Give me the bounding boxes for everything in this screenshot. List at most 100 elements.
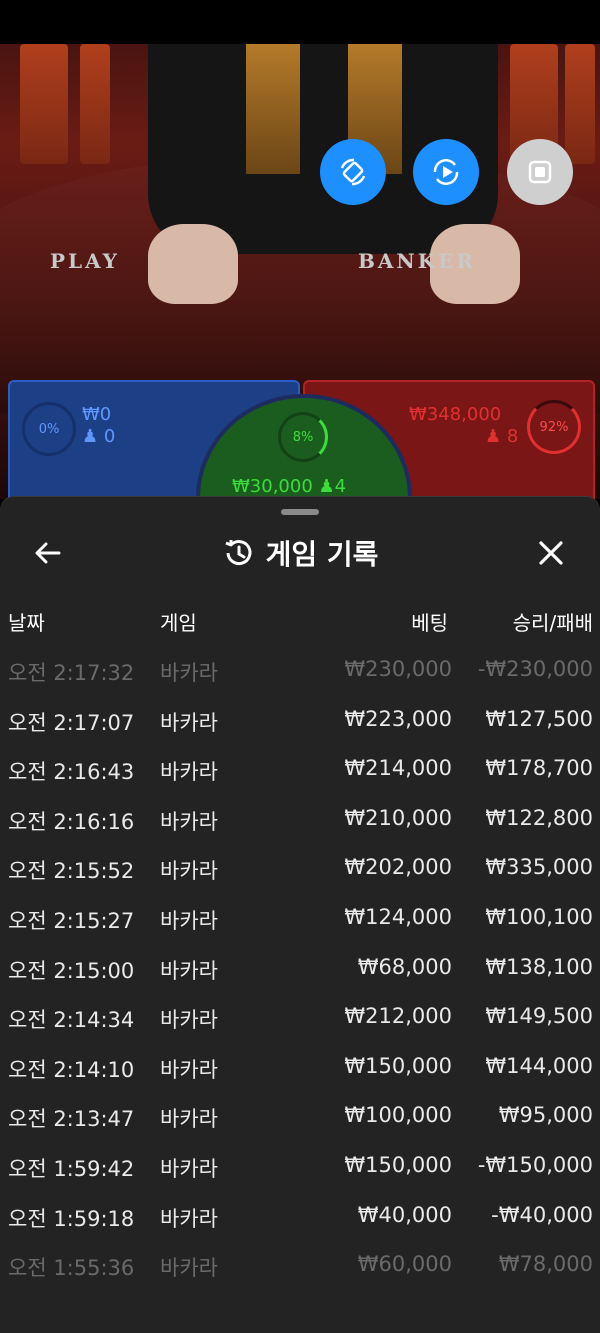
close-button[interactable] — [529, 531, 573, 575]
table-row[interactable]: 오전 2:15:52 바카라 ₩202,000 ₩335,000 — [0, 843, 600, 893]
row-win-loss: ₩127,500 — [485, 706, 593, 731]
row-bet: ₩150,000 — [344, 1053, 452, 1078]
row-bet: ₩124,000 — [344, 904, 452, 929]
table-row[interactable]: 오전 2:14:10 바카라 ₩150,000 ₩144,000 — [0, 1042, 600, 1092]
row-game: 바카라 — [160, 1256, 218, 1281]
row-bet: ₩202,000 — [344, 855, 452, 880]
video-sync-button[interactable] — [413, 139, 479, 205]
row-win-loss: ₩78,000 — [498, 1252, 593, 1277]
stop-video-icon — [528, 160, 552, 184]
tie-count-value: 4 — [334, 476, 347, 497]
video-sync-icon — [433, 159, 459, 185]
row-win-loss: -₩40,000 — [491, 1202, 593, 1227]
stop-video-button[interactable] — [507, 139, 573, 205]
person-icon: ♟ — [82, 426, 99, 447]
game-history-sheet: 게임 기록 날짜 게임 베팅 승리/패배 오전 2:17:32 바카라 ₩230,0… — [0, 497, 600, 1333]
column-game: 게임 — [160, 611, 197, 635]
status-bar — [0, 0, 600, 44]
table-row[interactable]: 오전 2:17:07 바카라 ₩223,000 ₩127,500 — [0, 695, 600, 745]
background-pillar — [565, 44, 595, 164]
table-row[interactable]: 오전 2:16:16 바카라 ₩210,000 ₩122,800 — [0, 794, 600, 844]
dealer-hand — [148, 224, 238, 304]
tie-percent-ring: 8% — [278, 412, 328, 462]
table-row[interactable]: 오전 2:14:34 바카라 ₩212,000 ₩149,500 — [0, 992, 600, 1042]
row-win-loss: ₩95,000 — [498, 1103, 593, 1128]
player-count-value: 0 — [103, 426, 116, 447]
row-bet: ₩100,000 — [344, 1103, 452, 1128]
row-game: 바카라 — [160, 1008, 218, 1033]
sheet-drag-handle[interactable] — [281, 509, 319, 515]
banker-percent-ring: 92% — [527, 400, 581, 454]
row-bet: ₩212,000 — [344, 1004, 452, 1029]
banker-bet-amount: ₩348,000 — [409, 404, 502, 425]
tie-bet-summary: ₩30,000 ♟4 — [232, 476, 346, 498]
row-date: 오전 2:14:10 — [8, 1057, 135, 1082]
row-date: 오전 2:17:07 — [8, 710, 135, 735]
row-bet: ₩230,000 — [344, 657, 452, 681]
row-win-loss: ₩178,700 — [485, 756, 593, 781]
row-game: 바카라 — [160, 859, 218, 884]
table-row[interactable]: 오전 2:15:27 바카라 ₩124,000 ₩100,100 — [0, 893, 600, 943]
row-bet: ₩68,000 — [357, 954, 452, 979]
row-game: 바카라 — [160, 1156, 218, 1181]
row-date: 오전 2:15:52 — [8, 859, 135, 884]
row-date: 오전 2:15:27 — [8, 908, 135, 933]
row-game: 바카라 — [160, 908, 218, 933]
row-win-loss: ₩138,100 — [485, 954, 593, 979]
table-row[interactable]: 오전 1:59:18 바카라 ₩40,000 -₩40,000 — [0, 1191, 600, 1241]
row-date: 오전 2:16:16 — [8, 809, 135, 834]
row-win-loss: ₩149,500 — [485, 1004, 593, 1029]
row-game: 바카라 — [160, 661, 218, 685]
row-date: 오전 1:55:36 — [8, 1256, 135, 1281]
table-row[interactable]: 오전 2:15:00 바카라 ₩68,000 ₩138,100 — [0, 943, 600, 993]
column-win-loss: 승리/패배 — [512, 611, 593, 635]
close-icon — [539, 541, 563, 565]
row-date: 오전 2:14:34 — [8, 1008, 135, 1033]
row-game: 바카라 — [160, 1107, 218, 1132]
row-bet: ₩214,000 — [344, 756, 452, 781]
rotate-screen-icon — [340, 158, 366, 186]
banker-felt-label: BANKER — [358, 249, 476, 273]
column-date: 날짜 — [8, 611, 45, 635]
history-clock-icon — [225, 540, 252, 566]
table-row[interactable]: 오전 2:17:32 바카라 ₩230,000 -₩230,000 — [0, 645, 600, 695]
player-bet-amount: ₩0 — [82, 404, 112, 425]
rotate-screen-button[interactable] — [320, 139, 386, 205]
player-bettor-count: ♟ 0 — [82, 426, 115, 448]
dealer-lapel — [246, 44, 300, 174]
row-win-loss: ₩100,100 — [485, 904, 593, 929]
table-row[interactable]: 오전 2:16:43 바카라 ₩214,000 ₩178,700 — [0, 744, 600, 794]
background-pillar — [80, 44, 110, 164]
row-win-loss: -₩150,000 — [477, 1152, 593, 1177]
row-date: 오전 2:15:00 — [8, 958, 135, 983]
player-felt-label: PLAY — [50, 249, 120, 273]
table-row[interactable]: 오전 1:59:42 바카라 ₩150,000 -₩150,000 — [0, 1141, 600, 1191]
live-dealer-video: PLAY BANKER 0% ₩0 ♟ 0 ₩348,000 ♟ 8 92% 8… — [0, 44, 600, 499]
row-date: 오전 2:13:47 — [8, 1107, 135, 1132]
row-bet: ₩223,000 — [344, 706, 452, 731]
banker-count-value: 8 — [506, 426, 519, 447]
person-icon: ♟ — [318, 476, 335, 497]
row-win-loss: ₩122,800 — [485, 805, 593, 830]
banker-bettor-count: ♟ 8 — [485, 426, 518, 448]
table-row[interactable]: 오전 1:55:36 바카라 ₩60,000 ₩78,000 — [0, 1240, 600, 1290]
row-bet: ₩60,000 — [357, 1252, 452, 1277]
row-game: 바카라 — [160, 809, 218, 834]
person-icon: ♟ — [485, 426, 502, 447]
row-win-loss: ₩144,000 — [485, 1053, 593, 1078]
row-win-loss: ₩335,000 — [485, 855, 593, 880]
row-game: 바카라 — [160, 1057, 218, 1082]
row-game: 바카라 — [160, 710, 218, 735]
background-pillar — [20, 44, 68, 164]
row-game: 바카라 — [160, 760, 218, 785]
row-bet: ₩210,000 — [344, 805, 452, 830]
history-table-body[interactable]: 오전 2:17:32 바카라 ₩230,000 -₩230,000 오전 2:17:0… — [0, 645, 600, 1290]
row-game: 바카라 — [160, 958, 218, 983]
column-bet: 베팅 — [411, 611, 448, 635]
row-bet: ₩40,000 — [357, 1202, 452, 1227]
table-row[interactable]: 오전 2:13:47 바카라 ₩100,000 ₩95,000 — [0, 1091, 600, 1141]
player-percent-ring: 0% — [22, 402, 76, 456]
row-game: 바카라 — [160, 1206, 218, 1231]
row-bet: ₩150,000 — [344, 1152, 452, 1177]
row-win-loss: -₩230,000 — [477, 657, 593, 681]
